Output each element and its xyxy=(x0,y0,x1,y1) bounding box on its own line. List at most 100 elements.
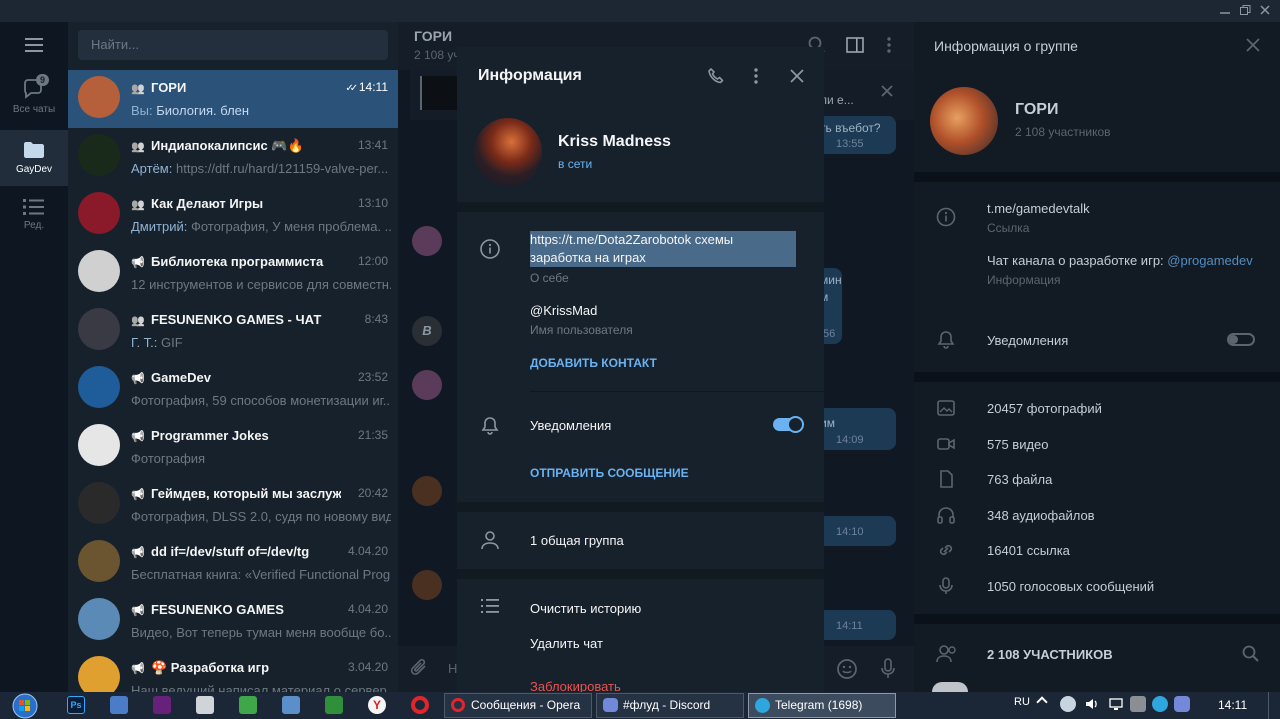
sidebar-toggle-icon[interactable] xyxy=(846,37,864,53)
chat-list-item[interactable]: 📢 FESUNENKO GAMES 4.04.20 Видео, Вот теперь… xyxy=(68,592,398,650)
file-explorer-icon[interactable] xyxy=(110,696,128,714)
send-message-button[interactable]: ОТПРАВИТЬ СООБЩЕНИЕ xyxy=(530,466,689,480)
preview-text: Фотография, DLSS 2.0, судя по новому вид… xyxy=(131,509,391,524)
taskbar-task-opera[interactable]: Сообщения - Opera xyxy=(444,693,592,718)
avatar xyxy=(78,192,120,234)
avatar[interactable] xyxy=(412,570,442,600)
common-groups-item[interactable]: 1 общая группа xyxy=(530,533,624,548)
group-link[interactable]: t.me/gamedevtalk xyxy=(987,201,1090,216)
chat-list-item[interactable]: 📢 GameDev 23:52 Фотография, 59 способов мон… xyxy=(68,360,398,418)
close-window-icon[interactable] xyxy=(1258,3,1272,17)
search-input[interactable]: Найти... xyxy=(78,30,388,60)
preview-text: Биология. блен xyxy=(156,103,250,118)
avatar[interactable]: B xyxy=(412,316,442,346)
search-members-icon[interactable] xyxy=(1242,645,1260,663)
user-username[interactable]: @KrissMad xyxy=(530,303,597,318)
language-indicator[interactable]: RU xyxy=(1014,696,1030,708)
description-mention-link[interactable]: @progamedev xyxy=(1167,253,1252,268)
group-avatar[interactable] xyxy=(930,87,998,155)
close-info-icon[interactable] xyxy=(1246,38,1260,52)
more-vertical-icon[interactable] xyxy=(753,68,759,84)
chat-list-item[interactable]: 📢 Programmer Jokes 21:35 Фотография xyxy=(68,418,398,476)
steam-icon[interactable] xyxy=(1060,696,1076,712)
folder-label: Ред. xyxy=(23,220,45,231)
taskbar-task-telegram[interactable]: Telegram (1698) xyxy=(748,693,896,718)
tray-app-icon[interactable] xyxy=(1130,696,1146,712)
avatar xyxy=(78,250,120,292)
chat-list-item[interactable]: 👥 ГОРИ ✓✓ 14:11 Вы: Биология. блен xyxy=(68,70,398,128)
chat-name: 📢 Геймдев, который мы заслужи... xyxy=(131,486,341,501)
close-pinned-icon[interactable] xyxy=(880,84,894,98)
folder-label: Все чаты xyxy=(12,104,56,115)
video-icon xyxy=(936,434,956,454)
volume-icon[interactable] xyxy=(1084,696,1100,712)
avatar[interactable] xyxy=(412,226,442,256)
calculator-icon[interactable] xyxy=(196,696,214,714)
photoshop-icon[interactable]: Ps xyxy=(67,696,85,714)
attach-icon[interactable] xyxy=(410,658,430,680)
call-icon[interactable] xyxy=(707,67,725,85)
folder-edit[interactable]: Ред. xyxy=(0,190,68,238)
opera-icon[interactable] xyxy=(411,696,429,714)
media-count-item[interactable]: 16401 ссылка xyxy=(987,543,1070,558)
avatar[interactable] xyxy=(412,370,442,400)
visual-studio-icon[interactable] xyxy=(153,696,171,714)
close-dialog-icon[interactable] xyxy=(790,69,804,83)
user-avatar[interactable] xyxy=(474,118,542,186)
media-count-item[interactable]: 348 аудиофайлов xyxy=(987,508,1095,523)
chat-list-item[interactable]: 👥 Как Делают Игры 13:10 Дмитрий: Фотография… xyxy=(68,186,398,244)
folder-gaydev[interactable]: GayDev xyxy=(0,130,68,186)
avatar[interactable] xyxy=(932,682,968,692)
composer-placeholder[interactable]: Н xyxy=(448,661,457,676)
preview-text: Видео, Вот теперь туман меня вообще бо..… xyxy=(131,625,391,640)
photo-icon xyxy=(936,398,956,418)
file-icon xyxy=(936,469,956,489)
chat-list-item[interactable]: 👥 FESUNENKO GAMES - ЧАТ 8:43 Г. Т.: GIF xyxy=(68,302,398,360)
chat-time-text: 21:35 xyxy=(357,428,388,442)
info-panel-title: Информация о группе xyxy=(934,38,1078,54)
notifications-toggle[interactable] xyxy=(773,416,804,433)
utorrent-icon[interactable] xyxy=(239,696,257,714)
start-button[interactable] xyxy=(8,692,42,719)
add-contact-button[interactable]: ДОБАВИТЬ КОНТАКТ xyxy=(530,356,657,370)
media-count-item[interactable]: 20457 фотографий xyxy=(987,401,1102,416)
mic-icon[interactable] xyxy=(880,658,896,680)
folder-all-chats[interactable]: 9 Все чаты xyxy=(0,72,68,130)
chat-preview: Фотография, 59 способов монетизации иг..… xyxy=(131,393,391,408)
chat-list-item[interactable]: 📢 Библиотека программиста 12:00 12 инструме… xyxy=(68,244,398,302)
chat-time: 4.04.20 xyxy=(348,544,388,558)
chat-list-item[interactable]: 📢 Геймдев, который мы заслужи... 20:42 Фото… xyxy=(68,476,398,534)
chat-name-text: dd if=/dev/stuff of=/dev/tg xyxy=(151,544,310,559)
emoji-icon[interactable] xyxy=(836,658,858,680)
telegram-tray-icon[interactable] xyxy=(1152,696,1168,712)
chat-name-text: Библиотека программиста xyxy=(151,254,324,269)
media-count-item[interactable]: 1050 голосовых сообщений xyxy=(987,579,1154,594)
divider xyxy=(914,372,1280,382)
more-vertical-icon[interactable] xyxy=(886,37,892,53)
delete-chat-button[interactable]: Удалить чат xyxy=(530,636,603,651)
avatar[interactable] xyxy=(412,476,442,506)
show-desktop-button[interactable] xyxy=(1268,692,1280,719)
media-count-item[interactable]: 763 файла xyxy=(987,472,1052,487)
app-icon[interactable] xyxy=(282,696,300,714)
taskbar-task-discord[interactable]: #флуд - Discord xyxy=(596,693,744,718)
block-user-button[interactable]: Заблокировать xyxy=(530,679,621,692)
chat-list-item[interactable]: 👥 Индиапокалипсис 🎮🔥 13:41 Артём: https://d… xyxy=(68,128,398,186)
discord-tray-icon[interactable] xyxy=(1174,696,1190,712)
chat-list-item[interactable]: 📢 dd if=/dev/stuff of=/dev/tg 4.04.20 Беспл… xyxy=(68,534,398,592)
chat-name-text: Programmer Jokes xyxy=(151,428,269,443)
yandex-browser-icon[interactable]: Y xyxy=(368,696,386,714)
user-bio[interactable]: https://t.me/Dota2Zarobotok схемы зарабо… xyxy=(530,231,796,267)
network-icon[interactable] xyxy=(1108,696,1124,712)
clock[interactable]: 14:11 xyxy=(1218,698,1247,712)
minimize-icon[interactable] xyxy=(1218,3,1232,17)
avatar xyxy=(78,76,120,118)
hamburger-menu-icon[interactable] xyxy=(24,37,44,53)
group-notifications-toggle[interactable] xyxy=(1227,333,1255,346)
notepad-icon[interactable] xyxy=(325,696,343,714)
clear-history-button[interactable]: Очистить историю xyxy=(530,601,641,616)
restore-icon[interactable] xyxy=(1238,3,1252,17)
chat-name: 📢 FESUNENKO GAMES xyxy=(131,602,341,617)
media-count-item[interactable]: 575 видео xyxy=(987,437,1049,452)
chat-time: 8:43 xyxy=(365,312,388,326)
